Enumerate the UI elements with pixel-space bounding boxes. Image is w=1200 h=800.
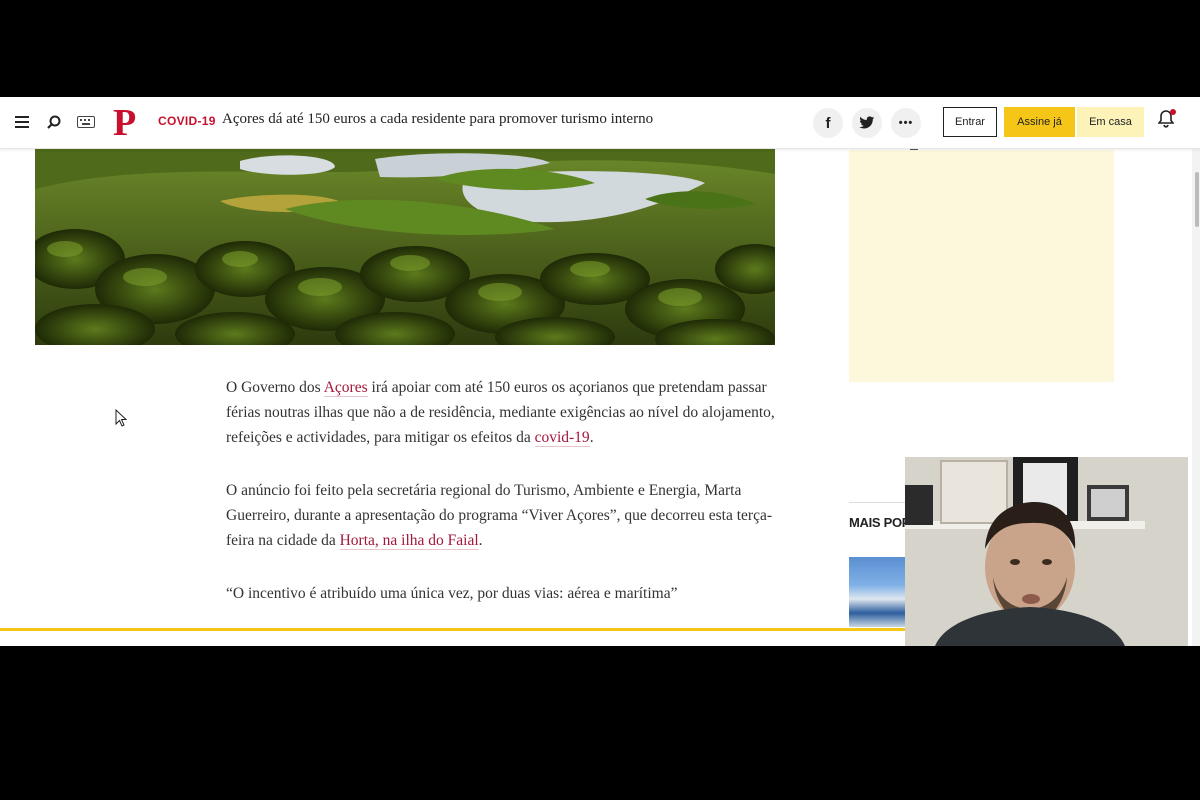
webcam-overlay <box>905 457 1188 646</box>
notification-badge <box>1170 109 1176 115</box>
section-label[interactable]: COVID-19 <box>158 114 216 128</box>
keyboard-icon[interactable] <box>75 111 97 133</box>
covid-19-link[interactable]: covid-19 <box>534 429 590 447</box>
divider <box>849 502 909 503</box>
article-hero-image <box>35 149 775 345</box>
article-headline: Açores dá até 150 euros a cada residente… <box>222 111 654 127</box>
site-header: P COVID-19 Açores dá até 150 euros a cad… <box>0 97 1200 149</box>
twitter-icon <box>859 116 875 129</box>
article-paragraph: “O incentivo é atribuído uma única vez, … <box>226 585 678 602</box>
popular-article-thumbnail[interactable] <box>849 557 905 627</box>
article-paragraph: O anúncio foi feito pela secretária regi… <box>226 482 773 550</box>
search-icon[interactable] <box>43 111 65 133</box>
em-casa-button[interactable]: Em casa <box>1077 107 1144 137</box>
mouse-cursor-icon <box>115 408 128 432</box>
publico-logo[interactable]: P <box>113 104 136 142</box>
facebook-icon: f <box>825 114 831 132</box>
article-body: O Governo dos Açores irá apoiar com até … <box>226 375 786 634</box>
acores-link[interactable]: Açores <box>323 379 368 397</box>
more-share-button[interactable]: ••• <box>891 108 921 138</box>
login-button[interactable]: Entrar <box>943 107 997 137</box>
subscribe-button[interactable]: Assine já <box>1004 107 1075 137</box>
more-icon: ••• <box>898 117 914 129</box>
ad-slot[interactable] <box>849 150 1114 382</box>
scrollbar-thumb[interactable] <box>1195 172 1199 227</box>
twitter-share-button[interactable] <box>852 108 882 138</box>
facebook-share-button[interactable]: f <box>813 108 843 138</box>
article-paragraph: O Governo dos Açores irá apoiar com até … <box>226 379 775 447</box>
horta-faial-link[interactable]: Horta, na ilha do Faial <box>339 532 479 550</box>
most-popular-heading: MAIS POPU <box>849 515 905 530</box>
subscribe-banner-border <box>0 628 905 631</box>
menu-icon[interactable] <box>11 111 33 133</box>
browser-viewport: P COVID-19 Açores dá até 150 euros a cad… <box>0 97 1200 646</box>
